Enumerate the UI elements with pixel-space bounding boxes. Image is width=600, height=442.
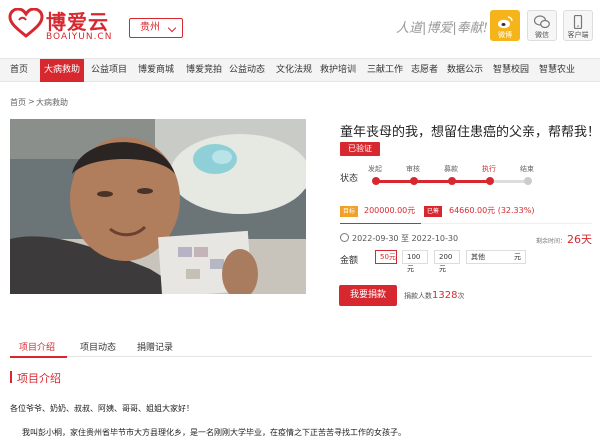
clock-icon (340, 233, 349, 242)
step-label-fundraise: 募款 (444, 165, 458, 173)
progress-fill (340, 223, 422, 224)
step-label-initiate: 发起 (368, 165, 382, 173)
tab-donation-records[interactable]: 捐赠记录 (137, 340, 173, 353)
weibo-label: 微博 (498, 31, 512, 39)
tab-introduction[interactable]: 项目介绍 (19, 340, 55, 353)
raised-amount: 64660.00元 (32.33%) (449, 206, 535, 215)
nav-item-projects[interactable]: 公益项目 (91, 59, 127, 82)
nav-item-three-donations[interactable]: 三献工作 (367, 59, 403, 82)
chevron-down-icon (167, 23, 177, 33)
wechat-label: 微信 (535, 31, 549, 39)
amount-option-50[interactable]: 50元 (375, 250, 397, 264)
region-label: 贵州 (140, 22, 160, 33)
step-label-execute: 执行 (482, 165, 496, 173)
step-dot-review (410, 177, 418, 185)
remaining-days: 26天 (567, 233, 592, 246)
step-dot-fundraise (448, 177, 456, 185)
other-amount-label: 其他 (471, 253, 485, 261)
donate-button[interactable]: 我要捐款 (339, 285, 397, 306)
step-dot-initiate (372, 177, 380, 185)
project-photo (10, 119, 306, 294)
donor-count-value: 1328 (432, 290, 458, 301)
nav-item-news[interactable]: 公益动态 (229, 59, 265, 82)
donor-count-label: 捐款人数 (404, 292, 432, 300)
tab-updates[interactable]: 项目动态 (80, 340, 116, 353)
target-badge: 目标 (340, 206, 359, 217)
raised-badge: 已筹 (424, 206, 443, 217)
mobile-app-button[interactable]: 客户端 (563, 10, 593, 41)
date-range: 2022-09-30 至 2022-10-30 (352, 234, 459, 243)
verified-badge: 已验证 (340, 142, 380, 156)
amount-label: 金额 (340, 256, 359, 266)
breadcrumb-current[interactable]: 大病救助 (36, 97, 68, 108)
nav-item-volunteers[interactable]: 志愿者 (411, 59, 438, 82)
section-title: 项目介绍 (17, 372, 61, 385)
nav-item-mall[interactable]: 博爱商城 (138, 59, 174, 82)
status-track-pending (490, 180, 527, 183)
logo-heart-icon (8, 8, 44, 38)
nav-item-smart-campus[interactable]: 智慧校园 (493, 59, 529, 82)
donor-count: 捐款人数1328次 (404, 290, 464, 301)
donor-count-unit: 次 (457, 292, 465, 300)
breadcrumb-separator: > (28, 97, 35, 106)
remaining-label: 剩余时间： (536, 238, 567, 245)
wechat-icon (534, 15, 550, 29)
nav-item-smart-agri[interactable]: 智慧农业 (539, 59, 575, 82)
target-amount: 200000.00元 (364, 206, 416, 215)
slogan: 人道|博爱|奉献! (396, 21, 488, 36)
active-tab-indicator (10, 356, 67, 358)
step-dot-execute (486, 177, 494, 185)
status-label: 状态 (340, 174, 359, 184)
weibo-icon (498, 16, 513, 29)
intro-paragraph-1: 各位爷爷、奶奶、叔叔、阿姨、哥哥、姐姐大家好！ (10, 404, 194, 413)
nav-item-auction[interactable]: 博爱竞拍 (186, 59, 222, 82)
other-amount-unit: 元 (514, 253, 521, 261)
region-selector[interactable]: 贵州 (129, 18, 183, 38)
step-dot-end (524, 177, 532, 185)
logo-text[interactable]: 博爱云 (46, 6, 109, 35)
nav-item-data[interactable]: 数据公示 (447, 59, 483, 82)
nav-item-illness-aid[interactable]: 大病救助 (40, 59, 85, 82)
section-marker (10, 371, 12, 383)
nav-item-training[interactable]: 救护培训 (320, 59, 356, 82)
step-label-review: 审核 (406, 165, 420, 173)
mobile-phone-icon (573, 15, 583, 29)
amount-option-100[interactable]: 100元 (402, 250, 428, 273)
wechat-button[interactable]: 微信 (527, 10, 557, 41)
breadcrumb-home[interactable]: 首页 (10, 97, 26, 108)
weibo-button[interactable]: 微博 (490, 10, 520, 41)
logo-subtext: BOAIYUN.CN (46, 32, 113, 42)
intro-paragraph-2: 我叫彭小桐，家住贵州省毕节市大方县理化乡，是一名刚刚大学毕业，在疫情之下正苦苦寻… (22, 428, 406, 437)
amount-option-200[interactable]: 200元 (434, 250, 460, 273)
amount-other-input[interactable]: 其他 元 (466, 250, 526, 264)
nav-item-home[interactable]: 首页 (10, 59, 28, 82)
step-label-end: 结束 (520, 165, 534, 173)
project-title: 童年丧母的我，想留住患癌的父亲，帮帮我！ (340, 125, 600, 140)
mobile-label: 客户端 (567, 31, 589, 39)
status-track-done (373, 180, 490, 183)
main-nav: 首页 大病救助 公益项目 博爱商城 博爱竞拍 公益动态 文化法规 救护培训 三献… (0, 58, 600, 82)
nav-item-regulations[interactable]: 文化法规 (276, 59, 312, 82)
